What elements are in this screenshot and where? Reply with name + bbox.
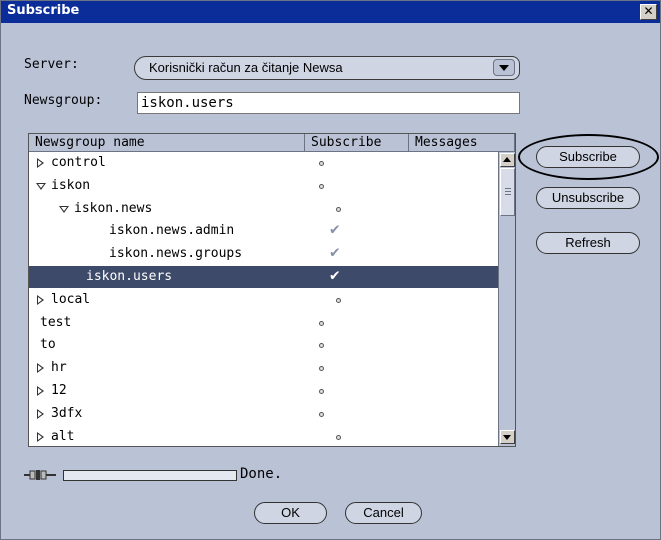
column-header-subscribe[interactable]: Subscribe (305, 134, 409, 152)
newsgroup-label: Newsgroup: (24, 93, 103, 108)
collapse-arrow-icon[interactable] (59, 205, 69, 213)
table-row[interactable]: test (29, 312, 498, 334)
table-row[interactable]: alt (29, 426, 498, 446)
newsgroup-name: test (40, 314, 72, 330)
newsgroup-input[interactable]: iskon.users (137, 92, 520, 114)
scroll-thumb[interactable] (500, 168, 515, 216)
newsgroup-name: to (40, 337, 56, 353)
unsubscribed-dot-icon[interactable] (336, 434, 341, 440)
title-bar[interactable]: Subscribe ✕ (1, 1, 660, 23)
server-select[interactable]: Korisnički račun za čitanje Newsa (134, 56, 520, 80)
table-row[interactable]: iskon (29, 175, 498, 197)
subscribed-check-icon[interactable]: ✔ (330, 219, 340, 238)
expand-arrow-icon[interactable] (37, 408, 44, 419)
scroll-up-button[interactable] (500, 153, 515, 167)
table-row[interactable]: 3dfx (29, 403, 498, 425)
unsubscribe-button[interactable]: Unsubscribe (536, 187, 640, 209)
dropdown-arrow-icon[interactable] (493, 59, 515, 76)
connection-plug-icon (24, 470, 56, 480)
server-label: Server: (24, 57, 79, 72)
newsgroup-list: Newsgroup name Subscribe Messages contro… (28, 133, 516, 447)
progress-bar (63, 470, 237, 481)
table-row[interactable]: 12 (29, 380, 498, 402)
table-row[interactable]: iskon.news.admin ✔ (29, 219, 498, 242)
newsgroup-name: iskon.news.admin (109, 223, 235, 239)
table-row[interactable]: control (29, 152, 498, 174)
expand-arrow-icon[interactable] (37, 158, 44, 168)
newsgroup-name: alt (51, 428, 75, 444)
server-select-value: Korisnički račun za čitanje Newsa (149, 60, 343, 75)
subscribe-dialog: Subscribe ✕ Server: Korisnički račun za … (0, 0, 661, 540)
subscribed-check-icon[interactable]: ✔ (330, 242, 340, 261)
newsgroup-name: iskon (51, 177, 91, 193)
newsgroup-name: control (51, 155, 106, 170)
scroll-down-button[interactable] (500, 430, 515, 444)
expand-arrow-icon[interactable] (37, 431, 44, 442)
subscribe-button[interactable]: Subscribe (536, 146, 640, 168)
unsubscribed-dot-icon[interactable] (319, 411, 324, 417)
unsubscribed-dot-icon[interactable] (336, 297, 341, 303)
cancel-button[interactable]: Cancel (345, 502, 422, 524)
unsubscribed-dot-icon[interactable] (319, 389, 324, 394)
unsubscribed-dot-icon[interactable] (319, 366, 324, 372)
newsgroup-name: iskon.news.groups (109, 246, 243, 262)
newsgroup-name: hr (51, 360, 67, 376)
unsubscribed-dot-icon[interactable] (319, 343, 324, 349)
newsgroup-name: iskon.news (74, 200, 153, 216)
table-row[interactable]: iskon.news (29, 198, 498, 220)
column-header-messages[interactable]: Messages (409, 134, 515, 152)
table-row[interactable]: local (29, 289, 498, 311)
table-row[interactable]: iskon.news.groups ✔ (29, 242, 498, 265)
unsubscribed-dot-icon[interactable] (319, 183, 324, 189)
unsubscribed-dot-icon[interactable] (336, 206, 341, 212)
window-title: Subscribe (7, 3, 80, 18)
table-row[interactable]: to (29, 334, 498, 356)
unsubscribed-dot-icon[interactable] (319, 161, 324, 166)
expand-arrow-icon[interactable] (37, 363, 44, 374)
expand-arrow-icon[interactable] (37, 386, 44, 396)
newsgroup-name: 12 (51, 383, 67, 398)
table-row[interactable]: hr (29, 357, 498, 379)
unsubscribed-dot-icon[interactable] (319, 320, 324, 326)
expand-arrow-icon[interactable] (37, 294, 44, 305)
close-button[interactable]: ✕ (640, 4, 657, 20)
refresh-button[interactable]: Refresh (536, 232, 640, 254)
column-header-newsgroup-name[interactable]: Newsgroup name (29, 134, 305, 152)
subscribed-check-icon[interactable]: ✔ (330, 265, 340, 284)
table-row[interactable]: iskon.users ✔ (29, 265, 498, 288)
newsgroup-name: 3dfx (51, 405, 83, 421)
ok-button[interactable]: OK (254, 502, 327, 524)
newsgroup-name: iskon.users (86, 269, 173, 284)
status-text: Done. (240, 466, 283, 482)
collapse-arrow-icon[interactable] (36, 182, 46, 190)
newsgroup-name: local (51, 291, 91, 307)
vertical-scrollbar[interactable] (498, 152, 515, 446)
